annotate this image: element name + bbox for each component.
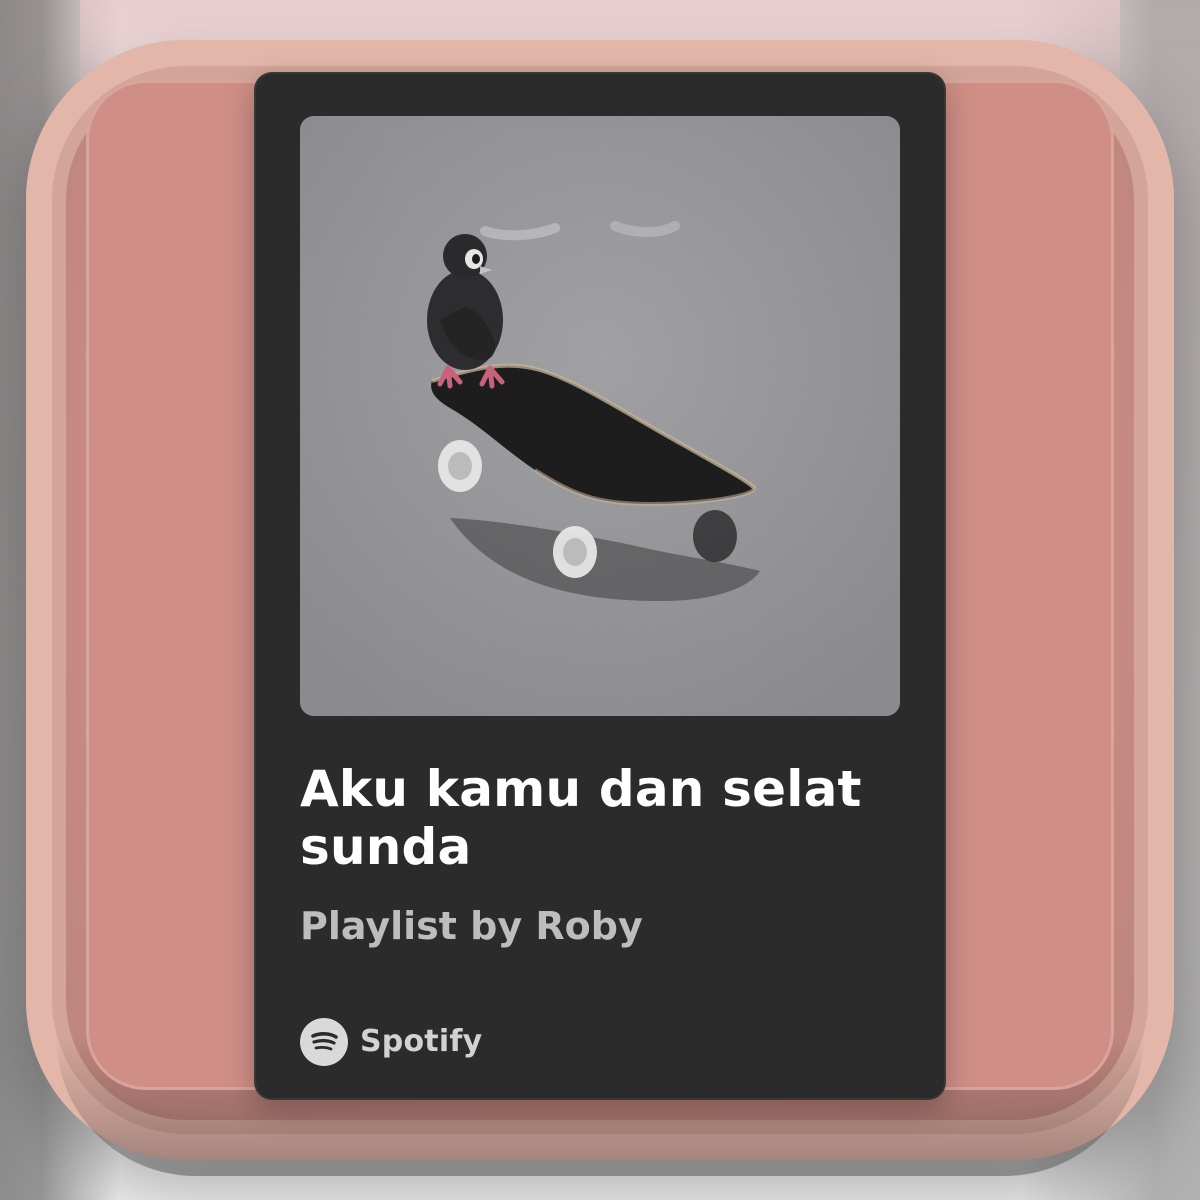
playlist-title[interactable]: Aku kamu dan selat sunda — [300, 760, 900, 876]
playlist-subtitle: Playlist by Roby — [300, 904, 643, 948]
playlist-card[interactable]: Aku kamu dan selat sunda Playlist by Rob… — [254, 72, 946, 1100]
spotify-logo-icon — [300, 1018, 348, 1066]
spotify-wordmark: Spotify — [360, 1024, 483, 1059]
playlist-artwork — [300, 116, 900, 716]
spotify-brand[interactable]: Spotify — [300, 1016, 482, 1068]
artwork-image — [300, 116, 900, 716]
